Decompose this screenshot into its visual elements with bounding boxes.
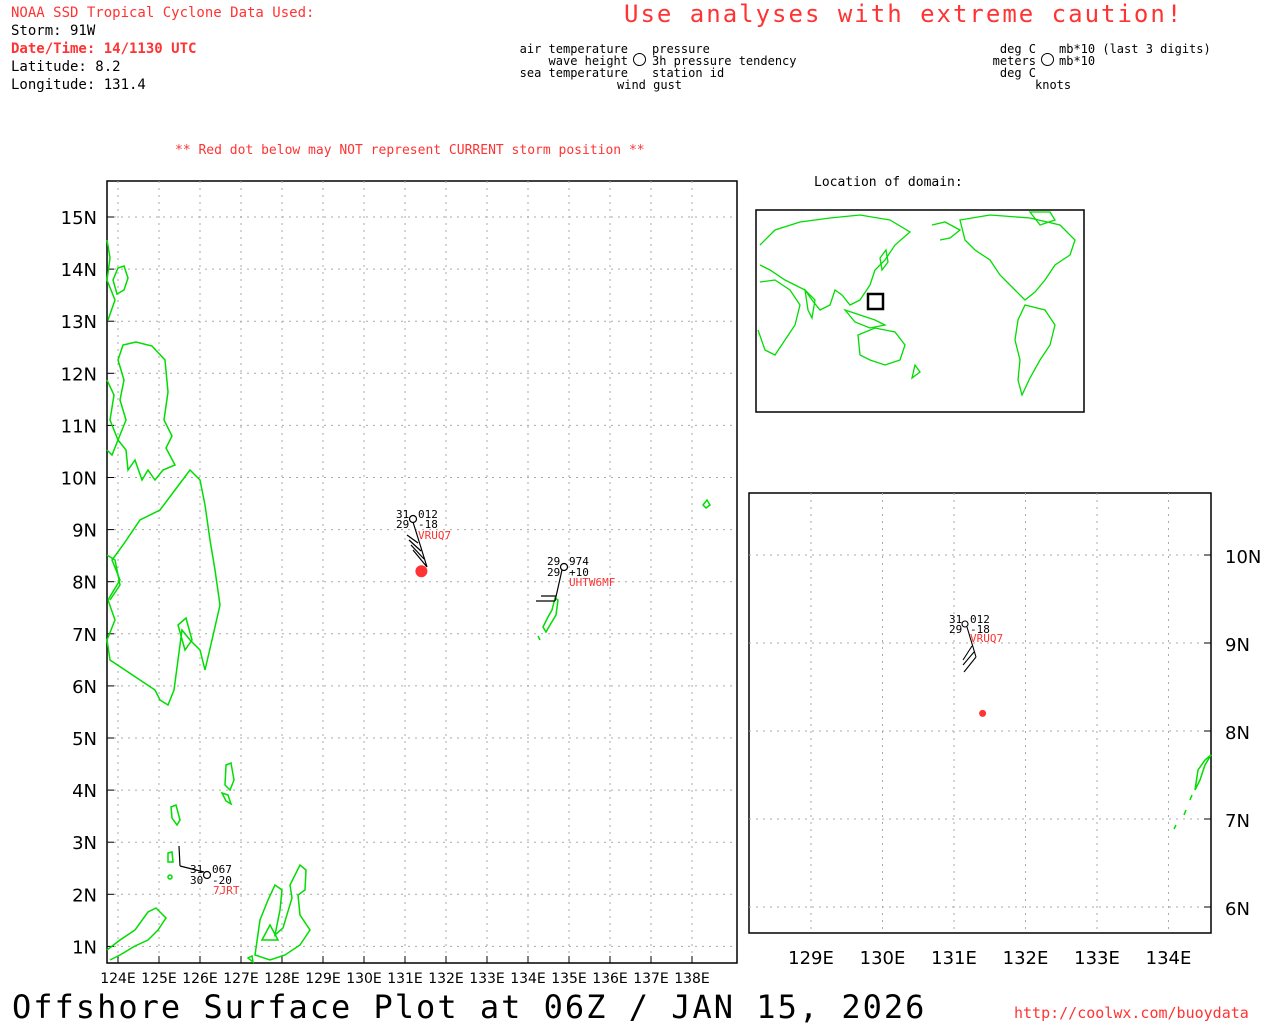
lat-tick-label: 10N [1225,547,1261,568]
lat-tick-label: 8N [72,573,97,594]
lon-tick-label: 125E [141,971,177,987]
lon-tick-label: 135E [551,971,587,987]
plot-title: Offshore Surface Plot at 06Z / JAN 15, 2… [12,988,927,1026]
lat-tick-label: 11N [61,416,97,437]
world-inset-frame [755,209,1085,413]
station-id: UHTW6MF [569,576,615,589]
lat-tick-label: 2N [72,885,97,906]
lat-tick-label: 9N [1225,635,1250,656]
lon-tick-label: 128E [264,971,300,987]
lat-tick-label: 9N [72,521,97,542]
main-lat-labels: 15N 14N 13N 12N 11N 10N 9N 8N 7N 6N 5N 4N 3N 2N 1N [61,208,97,958]
lon-tick-label: 132E [1003,948,1049,969]
lon-tick-label: 133E [1074,948,1120,969]
station-id: VRUQ7 [418,529,451,542]
lon-tick-label: 126E [182,971,218,987]
lon-tick-label: 134E [510,971,546,987]
lat-tick-label: 6N [72,677,97,698]
lon-tick-label: 129E [305,971,341,987]
station-sea-temp: 30 [190,874,203,887]
station-sea-temp: 29 [949,623,962,636]
lon-tick-label: 124E [100,971,136,987]
lat-tick-label: 7N [72,625,97,646]
main-lon-labels: 124E 125E 126E 127E 128E 129E 130E 131E 132E 133E… [100,971,710,987]
lon-tick-label: 133E [469,971,505,987]
lat-tick-label: 6N [1225,899,1250,920]
lat-tick-label: 13N [61,312,97,333]
lat-tick-label: 5N [72,729,97,750]
zoom-storm-position-dot [979,709,987,717]
lon-tick-label: 138E [674,971,710,987]
lat-tick-label: 7N [1225,811,1250,832]
station-sea-temp: 29 [547,566,560,579]
storm-position-dot [415,565,428,578]
location-of-domain-label: Location of domain: [814,175,963,190]
lat-tick-label: 12N [61,364,97,385]
station-sea-temp: 29 [396,518,409,531]
lat-tick-label: 1N [72,937,97,958]
zoom-lat-labels: 10N 9N 8N 7N 6N [1225,547,1261,920]
lon-tick-label: 134E [1146,948,1192,969]
lon-tick-label: 131E [931,948,977,969]
lon-tick-label: 129E [788,948,834,969]
lon-tick-label: 130E [860,948,906,969]
main-map: 15N 14N 13N 12N 11N 10N 9N 8N 7N 6N 5N 4N 3N 2N 1N 124… [61,175,1262,987]
lon-tick-label: 137E [633,971,669,987]
station-id: VRUQ7 [970,632,1003,645]
lat-tick-label: 4N [72,781,97,802]
lat-tick-label: 3N [72,833,97,854]
source-url-link[interactable]: http://coolwx.com/buoydata [1014,1004,1249,1022]
lon-tick-label: 131E [387,971,423,987]
lon-tick-label: 127E [223,971,259,987]
lon-tick-label: 130E [346,971,382,987]
lat-tick-label: 14N [61,260,97,281]
lon-tick-label: 136E [592,971,628,987]
lat-tick-label: 10N [61,469,97,490]
zoom-lon-labels: 129E 130E 131E 132E 133E 134E [788,948,1191,969]
lat-tick-label: 15N [61,208,97,229]
station-id: 7JRT [213,884,240,897]
lat-tick-label: 8N [1225,723,1250,744]
lon-tick-label: 132E [428,971,464,987]
